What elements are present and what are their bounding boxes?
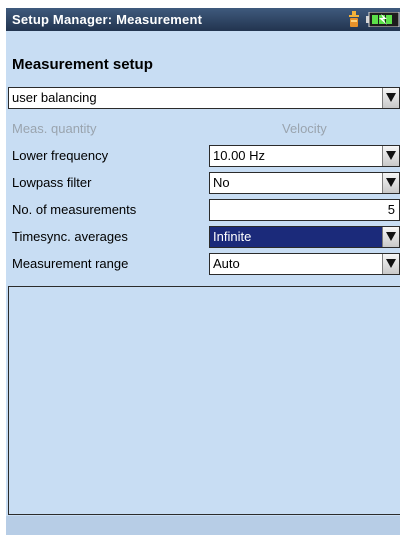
sensor-icon <box>349 11 359 27</box>
window-title: Setup Manager: Measurement <box>12 12 203 27</box>
timesync-averages-value: Infinite <box>213 229 252 244</box>
chevron-down-icon[interactable] <box>382 254 399 274</box>
timesync-averages-select[interactable]: Infinite <box>209 226 400 248</box>
chevron-down-icon[interactable] <box>382 88 399 108</box>
measurement-range-label: Measurement range <box>12 256 129 271</box>
meas-quantity-label: Meas. quantity <box>12 121 97 136</box>
lowpass-filter-value: No <box>213 175 230 190</box>
num-measurements-label: No. of measurements <box>12 202 137 217</box>
timesync-averages-label: Timesync. averages <box>12 229 128 244</box>
lower-frequency-label: Lower frequency <box>12 148 109 163</box>
lower-frequency-value: 10.00 Hz <box>213 148 266 163</box>
meas-quantity-value: Velocity <box>282 121 327 136</box>
empty-list-area <box>8 286 400 515</box>
profile-select-value: user balancing <box>12 90 97 105</box>
measurement-range-select[interactable]: Auto <box>209 253 400 275</box>
profile-select[interactable]: user balancing <box>8 87 400 109</box>
chevron-down-icon[interactable] <box>382 227 399 247</box>
lower-frequency-select[interactable]: 10.00 Hz <box>209 145 400 167</box>
status-icons <box>340 10 400 29</box>
title-bar: Setup Manager: Measurement <box>6 8 400 31</box>
measurement-range-value: Auto <box>213 256 240 271</box>
num-measurements-value: 5 <box>387 202 395 217</box>
lowpass-filter-label: Lowpass filter <box>12 175 92 190</box>
chevron-down-icon[interactable] <box>382 173 399 193</box>
section-heading: Measurement setup <box>12 56 153 73</box>
chevron-down-icon[interactable] <box>382 146 399 166</box>
battery-icon <box>366 12 400 27</box>
bottom-bar <box>6 516 400 535</box>
lowpass-filter-select[interactable]: No <box>209 172 400 194</box>
num-measurements-field[interactable]: 5 <box>209 199 400 221</box>
